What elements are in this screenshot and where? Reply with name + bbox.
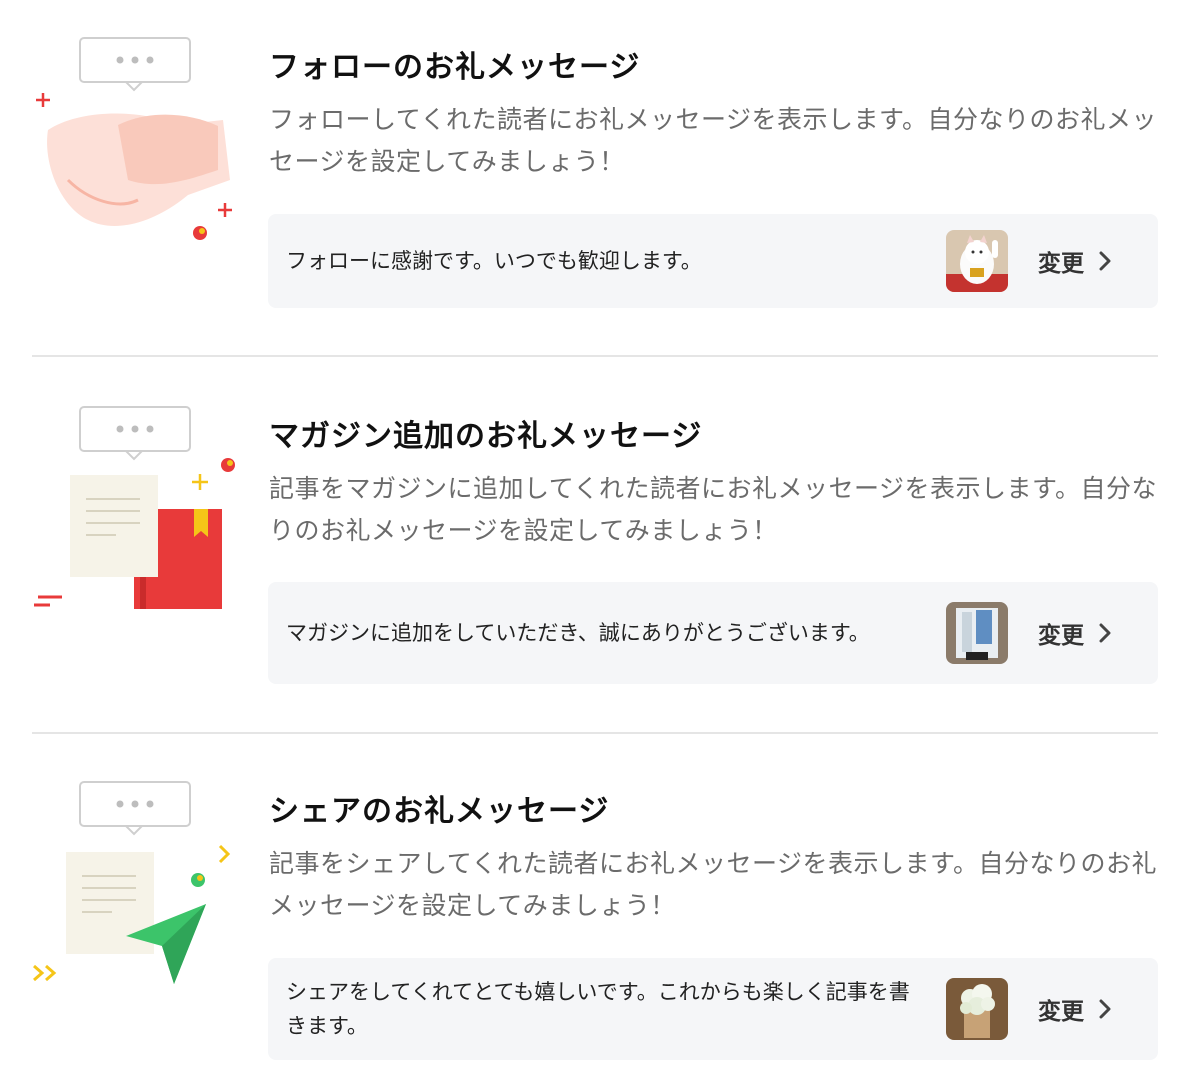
thanks-message-text: マガジンに追加をしていただき、誠にありがとうございます。: [286, 621, 870, 645]
change-label: 変更: [1038, 623, 1084, 649]
message-card: フォローに感謝です。いつでも歓迎します。 変更: [268, 214, 1158, 308]
chevron-right-icon: [1099, 623, 1111, 643]
change-button[interactable]: 変更: [1028, 986, 1122, 1032]
message-card: マガジンに追加をしていただき、誠にありがとうございます。 変更: [268, 582, 1158, 684]
magazine-book-icon: [34, 406, 235, 609]
section-title: マガジン追加のお礼メッセージ: [269, 419, 703, 454]
paper-plane-icon: [33, 781, 231, 984]
thanks-message-text: フォローに感謝です。いつでも歓迎します。: [286, 249, 702, 273]
section-title: フォローのお礼メッセージ: [269, 50, 641, 85]
thank-you-message-settings: フォローのお礼メッセージ フォローしてくれた読者にお礼メッセージを表示します。自…: [0, 0, 1200, 1086]
hydrangea-flower-icon: [946, 978, 1008, 1040]
section-description: フォローしてくれた読者にお礼メッセージを表示します。自分なりのお礼メッセージを設…: [269, 105, 1158, 176]
handshake-icon: [36, 37, 232, 240]
storage-case-icon: [946, 602, 1008, 664]
magazine-thanks-section: マガジン追加のお礼メッセージ 記事をマガジンに追加してくれた読者にお礼メッセージ…: [0, 357, 1200, 733]
change-label: 変更: [1038, 251, 1084, 277]
chevron-right-icon: [1099, 251, 1111, 271]
change-label: 変更: [1038, 999, 1084, 1025]
section-title: シェアのお礼メッセージ: [269, 794, 610, 829]
section-description: 記事をマガジンに追加してくれた読者にお礼メッセージを表示します。自分なりのお礼メ…: [269, 474, 1158, 545]
follow-thanks-section: フォローのお礼メッセージ フォローしてくれた読者にお礼メッセージを表示します。自…: [0, 0, 1200, 356]
message-card: シェアをしてくれてとても嬉しいです。これからも楽しく記事を書きます。 変更: [268, 958, 1158, 1060]
thanks-message-text: シェアをしてくれてとても嬉しいです。これからも楽しく記事を書きます。: [286, 980, 910, 1038]
change-button[interactable]: 変更: [1028, 238, 1122, 284]
section-description: 記事をシェアしてくれた読者にお礼メッセージを表示します。自分なりのお礼メッセージ…: [269, 849, 1158, 920]
chevron-right-icon: [1099, 999, 1111, 1019]
change-button[interactable]: 変更: [1028, 610, 1122, 656]
lucky-cat-icon: [946, 230, 1008, 292]
share-thanks-section: シェアのお礼メッセージ 記事をシェアしてくれた読者にお礼メッセージを表示します。…: [0, 734, 1200, 1086]
